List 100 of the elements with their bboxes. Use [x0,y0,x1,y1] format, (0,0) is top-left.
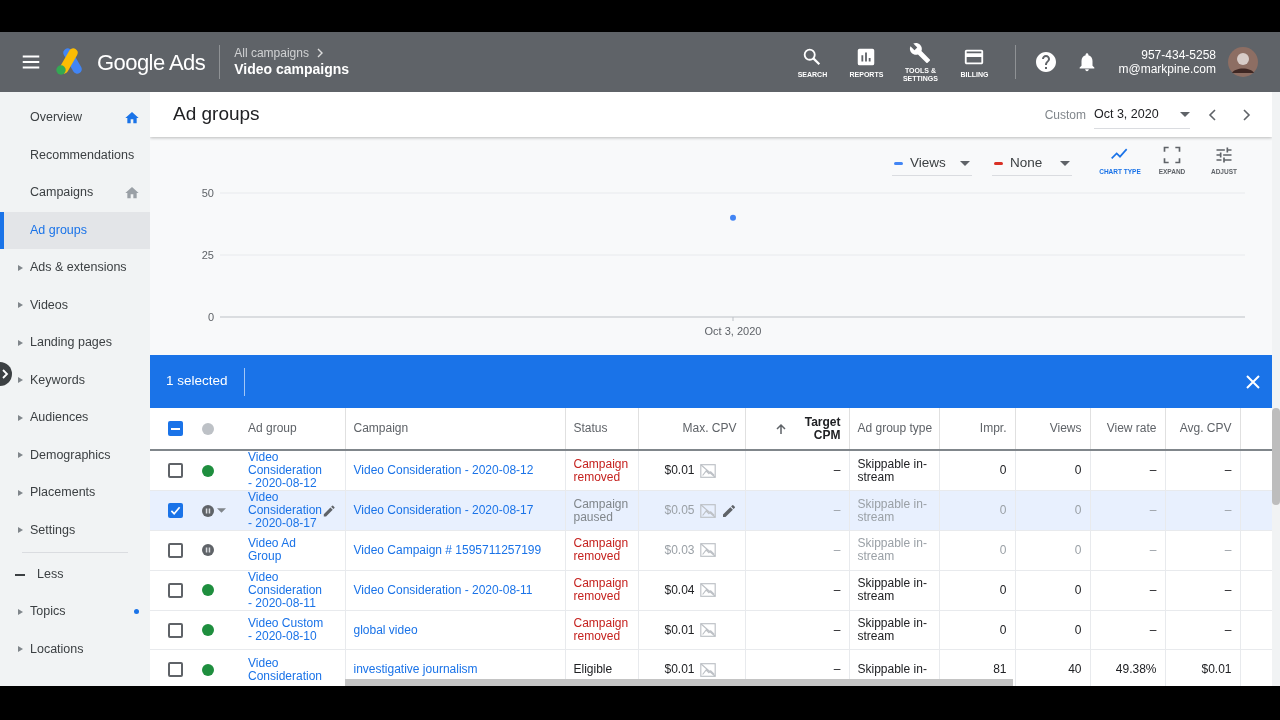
sidebar-item[interactable]: Keywords [12,361,150,399]
sidebar-item[interactable]: Demographics [12,436,150,474]
table-cell: 0 [999,582,1007,597]
checkbox[interactable] [168,622,183,638]
column-header[interactable]: Ad group [248,422,297,435]
scrollbar-thumb[interactable] [1272,408,1280,505]
column-header[interactable]: Target CPM [790,415,841,442]
table-row[interactable]: Video Consideration - 2020-08-17 Video Consideration - 2020-08-17 Campaign paused $0.05 – Skippable in-stream 0 0 – – [150,490,1272,531]
table-cell: – [833,503,841,517]
date-dropdown[interactable]: Oct 3, 2020 [1094,100,1190,129]
ad-group-link[interactable]: Video Ad Group [248,537,326,564]
caret-icon [1060,161,1070,166]
campaign-link[interactable]: Video Campaign # 1595711257199 [353,543,557,557]
sidebar-item[interactable]: Landing pages [12,324,150,362]
expand-arrow-icon [18,377,23,384]
campaign-link[interactable]: Video Consideration - 2020-08-11 [353,583,557,597]
expand-arrow-icon [18,264,23,271]
campaign-link[interactable]: investigative journalism [353,663,557,677]
sidebar-item[interactable]: Recommendations [12,136,150,174]
sidebar-item[interactable]: Ads & extensions [12,249,150,287]
expand-arrow-icon [18,646,23,653]
chevron-left-icon[interactable] [1207,108,1219,121]
column-header[interactable]: Ad group type [857,422,933,435]
column-header[interactable]: Views [1049,422,1082,435]
table-cell: – [1224,622,1232,637]
chevron-right-icon[interactable] [1240,108,1252,121]
table-row[interactable]: Video Custom - 2020-08-10 global video Campaign removed $0.01 – Skippable in-stream 0 0 – – [150,610,1272,650]
expand-arrow-icon [18,527,23,534]
sidebar-item[interactable]: Ad groups [0,211,150,249]
table-cell: 0 [999,463,1007,477]
status-text: Campaign paused [573,496,629,524]
sidebar-item[interactable]: Placements [12,474,150,512]
sort-arrow-icon[interactable] [774,422,787,435]
help-icon[interactable] [1034,50,1059,74]
close-icon[interactable] [1246,374,1260,389]
ad-group-link[interactable]: Video Consideration [248,656,326,683]
avatar-icon[interactable] [1228,47,1258,77]
status-text: Campaign removed [573,456,629,484]
ad-group-link[interactable]: Video Custom - 2020-08-10 [248,617,326,644]
sidebar-item[interactable]: Topics [12,593,150,631]
account-phone: 957-434-5258 [1141,48,1216,62]
table-cell: – [1149,542,1157,557]
caret-icon[interactable] [217,508,226,513]
ad-group-link[interactable]: Video Consideration - 2020-08-12 [248,451,326,490]
status-text: Eligible [573,662,613,677]
checkbox[interactable] [168,662,183,678]
checkbox[interactable] [168,421,183,436]
column-header[interactable]: Avg. CPV [1179,422,1232,435]
sidebar-item[interactable]: Settings [12,511,150,549]
column-header[interactable]: Max. CPV [682,422,737,435]
checkbox[interactable] [168,463,183,478]
sidebar-item[interactable]: Locations [12,630,150,668]
metric-dropdown[interactable]: None [992,152,1072,176]
sidebar-item[interactable]: Videos [12,286,150,324]
table-cell: – [1224,582,1232,597]
table-cell: – [1149,503,1157,517]
pencil-icon[interactable] [720,502,737,519]
table-cell: – [1149,622,1157,637]
breadcrumb-current: Video campaigns [234,60,350,79]
expand-arrow-icon [18,608,23,615]
home-icon [124,109,140,126]
table-cell: 0 [1074,503,1082,517]
less-toggle[interactable]: Less [0,556,150,593]
campaign-link[interactable]: Video Consideration - 2020-08-12 [353,464,557,477]
table-row[interactable]: Video Consideration - 2020-08-12 Video Consideration - 2020-08-12 Campaign removed $0.01 – Skippable in-stream 0 0 – – [150,450,1272,491]
table-cell: – [833,463,841,477]
y-tick: 0 [207,311,214,323]
table-cell: – [833,622,841,637]
no-image-icon [698,621,717,640]
scrollbar-thumb[interactable] [345,679,1013,686]
checkbox[interactable] [168,582,183,598]
column-header[interactable]: Campaign [353,422,409,435]
metric-dropdown[interactable]: Views [892,152,972,176]
checkbox[interactable] [168,503,183,518]
column-header[interactable]: Status [573,422,608,435]
column-header[interactable]: Impr. [979,422,1007,435]
sidebar-item[interactable]: Campaigns [12,174,150,212]
table-cell: $0.01 [664,464,695,477]
table-row[interactable]: Video Consideration - 2020-08-11 Video Consideration - 2020-08-11 Campaign removed $0.04 – Skippable in-stream 0 0 – – [150,570,1272,611]
table-cell: 0 [999,542,1007,557]
table-cell: – [1149,582,1157,597]
y-tick: 25 [201,249,214,261]
table-cell: $0.01 [1201,662,1232,677]
table-row[interactable]: Video Ad Group Video Campaign # 1595711257199 Campaign removed $0.03 – Skippable in-stream 0 0 – – [150,530,1272,571]
data-point [730,214,736,221]
sidebar-item[interactable]: Audiences [12,399,150,437]
breadcrumb-link[interactable]: All campaigns [234,45,309,61]
sidebar-item[interactable]: Overview [12,99,150,137]
table-cell: $0.01 [664,623,695,637]
ad-group-link[interactable]: Video Consideration - 2020-08-11 [248,570,326,610]
table-cell: Skippable in-stream [857,536,927,564]
expand-arrow-icon [18,452,23,459]
table-cell: $0.01 [664,663,695,677]
campaign-link[interactable]: Video Consideration - 2020-08-17 [353,504,557,517]
ad-group-link[interactable]: Video Consideration - 2020-08-17 [248,491,323,530]
checkbox[interactable] [168,542,183,558]
campaign-link[interactable]: global video [353,623,557,637]
table-cell: – [833,662,841,677]
column-header[interactable]: View rate [1106,422,1157,435]
status-text: Campaign removed [573,576,629,604]
